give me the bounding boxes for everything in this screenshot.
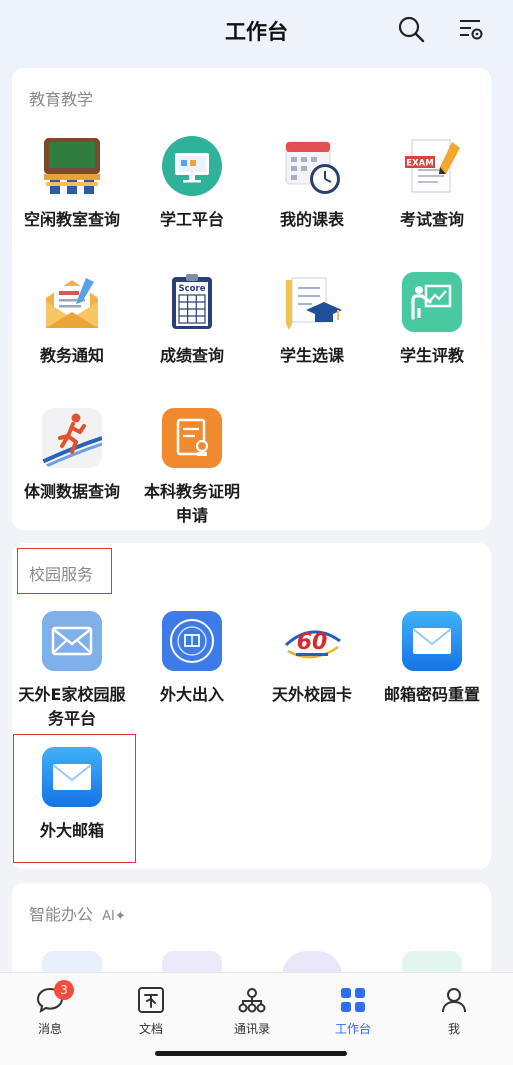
envelope-icon [402,611,462,671]
app-fitness-data-query[interactable]: 体测数据查询 [12,408,132,504]
app-academic-notice[interactable]: 教务通知 [12,272,132,368]
app-my-timetable[interactable]: 我的课表 [252,136,372,232]
anniversary-logo-icon: 60 [282,611,342,671]
chat-bubble-icon: 3 [35,980,74,1015]
app-label: 外大出入 [159,685,224,704]
campus-card-logo-text: 60 [297,630,328,655]
app-tianwai-ejia-platform[interactable]: 天外E家校园服务平台 [12,611,132,731]
certificate-icon [162,408,222,468]
org-chart-icon [237,985,267,1015]
tab-documents[interactable]: 文档 [111,985,191,1037]
app-label: 邮箱密码重置 [383,685,480,704]
tab-workbench[interactable]: 工作台 [313,985,393,1037]
exam-badge-text: EXAM [406,159,433,169]
education-card: 教育教学 空闲教室查询 学工平台 我的课表 EXAM 考试查询 教务通知 Sco… [12,68,491,530]
app-label: 天外E家校园服务平台 [18,685,126,728]
score-clipboard-icon: Score [162,272,222,332]
tab-messages[interactable]: 3 消息 [10,980,90,1037]
app-label: 空闲教室查询 [23,210,120,229]
app-campus-access[interactable]: 外大出入 [132,611,252,707]
page-title: 工作台 [225,20,288,44]
tab-label: 工作台 [334,1022,371,1036]
tab-label: 我 [447,1022,460,1036]
top-bar: 工作台 [0,0,513,62]
app-label: 学生选课 [279,346,344,365]
section-title-education: 教育教学 [29,90,94,109]
app-label: 我的课表 [279,210,344,229]
section-title-office: 智能办公 AI✦ [29,901,126,925]
exam-paper-icon: EXAM [402,136,462,196]
app-label: 考试查询 [399,210,464,229]
unread-badge: 3 [54,980,74,1000]
envelope-icon [42,611,102,671]
mail-notice-icon [42,272,102,332]
university-seal-icon [162,611,222,671]
document-icon [136,985,166,1015]
app-grade-query[interactable]: Score 成绩查询 [132,272,252,368]
app-label: 成绩查询 [159,346,224,365]
app-undergrad-certificate[interactable]: 本科教务证明申请 [132,408,252,528]
office-title-text: 智能办公 [29,905,94,924]
app-label: 学工平台 [159,210,224,229]
app-course-selection[interactable]: 学生选课 [252,272,372,368]
running-athlete-icon [42,408,102,468]
app-label: 教务通知 [39,346,104,365]
app-label: 体测数据查询 [23,482,120,501]
highlight-box-bfsu-mail [13,734,136,863]
calendar-clock-icon [282,136,342,196]
app-campus-card[interactable]: 60 天外校园卡 [252,611,372,707]
highlight-box-campus-title [17,548,112,594]
home-indicator [155,1051,347,1056]
ai-tag: AI✦ [102,909,126,924]
tab-label: 消息 [37,1022,62,1036]
app-exam-query[interactable]: EXAM 考试查询 [372,136,492,232]
tab-me[interactable]: 我 [414,985,494,1037]
search-icon[interactable] [396,14,426,44]
manage-settings-icon[interactable] [456,14,486,44]
app-student-affairs-platform[interactable]: 学工平台 [132,136,252,232]
app-label: 学生评教 [399,346,464,365]
app-label: 天外校园卡 [271,685,352,704]
person-icon [439,985,469,1015]
score-badge-text: Score [179,284,206,294]
computer-screen-icon [162,136,222,196]
app-mail-password-reset[interactable]: 邮箱密码重置 [372,611,492,707]
teacher-board-icon [402,272,462,332]
tab-contacts[interactable]: 通讯录 [212,985,292,1037]
tab-label: 通讯录 [233,1022,270,1036]
course-selection-icon [282,272,342,332]
app-label: 本科教务证明申请 [143,482,240,525]
grid-apps-icon [338,985,368,1015]
app-teaching-evaluation[interactable]: 学生评教 [372,272,492,368]
app-free-classroom-query[interactable]: 空闲教室查询 [12,136,132,232]
classroom-icon [42,136,102,196]
tab-label: 文档 [138,1022,163,1036]
